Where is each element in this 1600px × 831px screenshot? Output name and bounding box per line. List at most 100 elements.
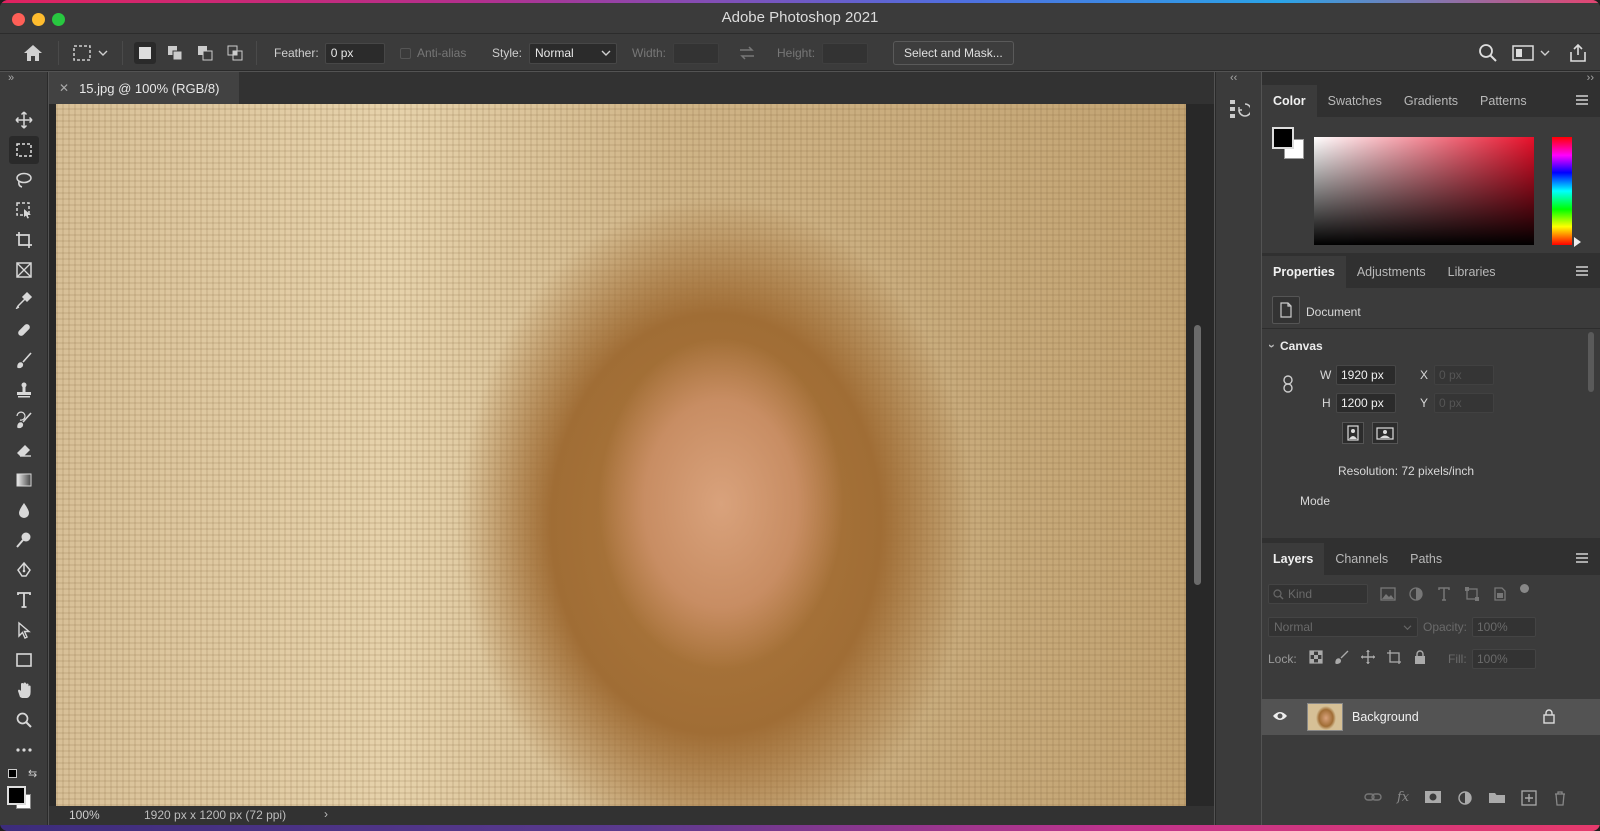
tab-layers[interactable]: Layers	[1262, 543, 1325, 575]
canvas-width-input[interactable]: 1920 px	[1336, 365, 1396, 385]
blend-mode-select[interactable]: Normal	[1268, 617, 1418, 637]
zoom-level[interactable]: 100%	[69, 808, 100, 822]
foreground-color-swatch[interactable]	[7, 786, 26, 805]
dodge-tool[interactable]	[9, 526, 39, 554]
more-tools-button[interactable]	[9, 736, 39, 764]
brush-tool[interactable]	[9, 346, 39, 374]
tab-swatches[interactable]: Swatches	[1317, 85, 1393, 117]
rectangle-tool[interactable]	[9, 646, 39, 674]
frame-tool[interactable]	[9, 256, 39, 284]
type-tool[interactable]	[9, 586, 39, 614]
panel-menu-icon[interactable]	[1576, 553, 1588, 563]
home-button[interactable]	[22, 34, 44, 72]
move-tool[interactable]	[9, 106, 39, 134]
swap-dimensions-button[interactable]	[738, 34, 756, 72]
canvas-area[interactable]	[49, 104, 1214, 806]
vertical-scrollbar[interactable]	[1194, 325, 1201, 585]
landscape-orientation-button[interactable]	[1372, 422, 1398, 444]
close-tab-icon[interactable]: ✕	[59, 81, 69, 95]
close-window-button[interactable]	[12, 13, 25, 26]
zoom-tool[interactable]	[9, 706, 39, 734]
new-layer-icon[interactable]	[1521, 790, 1537, 806]
default-colors-icon[interactable]	[8, 769, 17, 778]
path-select-tool[interactable]	[9, 616, 39, 644]
lock-all-icon[interactable]	[1412, 649, 1428, 665]
smart-object-filter-icon[interactable]	[1492, 586, 1508, 602]
filter-toggle-icon[interactable]	[1520, 584, 1529, 593]
layer-lock-button[interactable]	[1542, 708, 1556, 727]
canvas-y-input[interactable]: 0 px	[1434, 393, 1494, 413]
intersect-selection-button[interactable]	[224, 42, 246, 64]
shape-filter-icon[interactable]	[1464, 586, 1480, 602]
color-field[interactable]	[1314, 137, 1534, 245]
history-panel-button[interactable]	[1228, 98, 1252, 124]
minimize-window-button[interactable]	[32, 13, 45, 26]
lock-image-pixels-icon[interactable]	[1334, 649, 1350, 665]
tab-properties[interactable]: Properties	[1262, 256, 1346, 288]
swap-colors-icon[interactable]: ⇆	[28, 767, 37, 780]
expand-panels-icon[interactable]: ››	[1587, 72, 1594, 84]
search-button[interactable]	[1478, 34, 1498, 72]
tab-paths[interactable]: Paths	[1399, 543, 1453, 575]
trash-icon[interactable]	[1552, 790, 1568, 806]
subtract-selection-button[interactable]	[194, 42, 216, 64]
canvas-x-input[interactable]: 0 px	[1434, 365, 1494, 385]
eraser-tool[interactable]	[9, 436, 39, 464]
width-input[interactable]	[673, 42, 720, 64]
panel-menu-icon[interactable]	[1576, 95, 1588, 105]
opacity-input[interactable]: 100%	[1472, 617, 1536, 637]
new-selection-button[interactable]	[134, 42, 156, 64]
hue-slider-handle[interactable]	[1574, 237, 1581, 247]
anti-alias-checkbox[interactable]	[400, 47, 411, 59]
eyedropper-tool[interactable]	[9, 286, 39, 314]
properties-scrollbar[interactable]	[1588, 332, 1594, 392]
collapse-toolbar-icon[interactable]: »	[8, 72, 14, 84]
fx-icon[interactable]: fx	[1397, 790, 1409, 806]
link-dimensions-button[interactable]	[1282, 375, 1294, 396]
workspace-switcher[interactable]	[1512, 34, 1550, 72]
tab-gradients[interactable]: Gradients	[1393, 85, 1469, 117]
document-image[interactable]	[56, 104, 1186, 806]
tab-patterns[interactable]: Patterns	[1469, 85, 1538, 117]
layer-thumbnail[interactable]	[1307, 703, 1343, 731]
canvas-section-header[interactable]: ›Canvas	[1265, 339, 1323, 353]
pixel-filter-icon[interactable]	[1380, 586, 1396, 602]
link-layers-icon[interactable]	[1364, 790, 1382, 804]
portrait-orientation-button[interactable]	[1342, 422, 1364, 444]
crop-tool[interactable]	[9, 226, 39, 254]
add-selection-button[interactable]	[164, 42, 186, 64]
canvas-height-input[interactable]: 1200 px	[1336, 393, 1396, 413]
collapse-panels-icon[interactable]: ‹‹	[1230, 72, 1237, 84]
maximize-window-button[interactable]	[52, 13, 65, 26]
panel-menu-icon[interactable]	[1576, 266, 1588, 276]
hand-tool[interactable]	[9, 676, 39, 704]
share-button[interactable]	[1568, 34, 1588, 72]
panel-foreground-swatch[interactable]	[1272, 127, 1294, 149]
fill-input[interactable]: 100%	[1472, 649, 1536, 669]
blur-tool[interactable]	[9, 496, 39, 524]
select-and-mask-button[interactable]: Select and Mask...	[893, 41, 1014, 65]
pen-tool[interactable]	[9, 556, 39, 584]
healing-brush-tool[interactable]	[9, 316, 39, 344]
layer-name[interactable]: Background	[1352, 710, 1419, 724]
document-tab[interactable]: ✕ 15.jpg @ 100% (RGB/8)	[49, 72, 239, 104]
chevron-right-icon[interactable]: ›	[324, 807, 328, 821]
tab-color[interactable]: Color	[1262, 85, 1317, 117]
history-brush-tool[interactable]	[9, 406, 39, 434]
new-group-icon[interactable]	[1488, 790, 1506, 804]
adjustment-filter-icon[interactable]	[1408, 586, 1424, 602]
object-select-tool[interactable]	[9, 196, 39, 224]
layer-mask-icon[interactable]	[1424, 790, 1442, 804]
hue-slider[interactable]	[1552, 137, 1572, 245]
tool-preset-picker[interactable]	[72, 34, 108, 72]
lock-transparent-pixels-icon[interactable]	[1308, 649, 1324, 665]
gradient-tool[interactable]	[9, 466, 39, 494]
lock-artboard-icon[interactable]	[1386, 649, 1402, 665]
style-select[interactable]: Normal	[529, 42, 618, 64]
feather-input[interactable]: 0 px	[324, 42, 385, 64]
layer-filter-kind[interactable]: Kind	[1268, 584, 1368, 604]
tab-channels[interactable]: Channels	[1324, 543, 1399, 575]
lock-position-icon[interactable]	[1360, 649, 1376, 665]
height-input[interactable]	[822, 42, 869, 64]
marquee-tool[interactable]	[9, 136, 39, 164]
